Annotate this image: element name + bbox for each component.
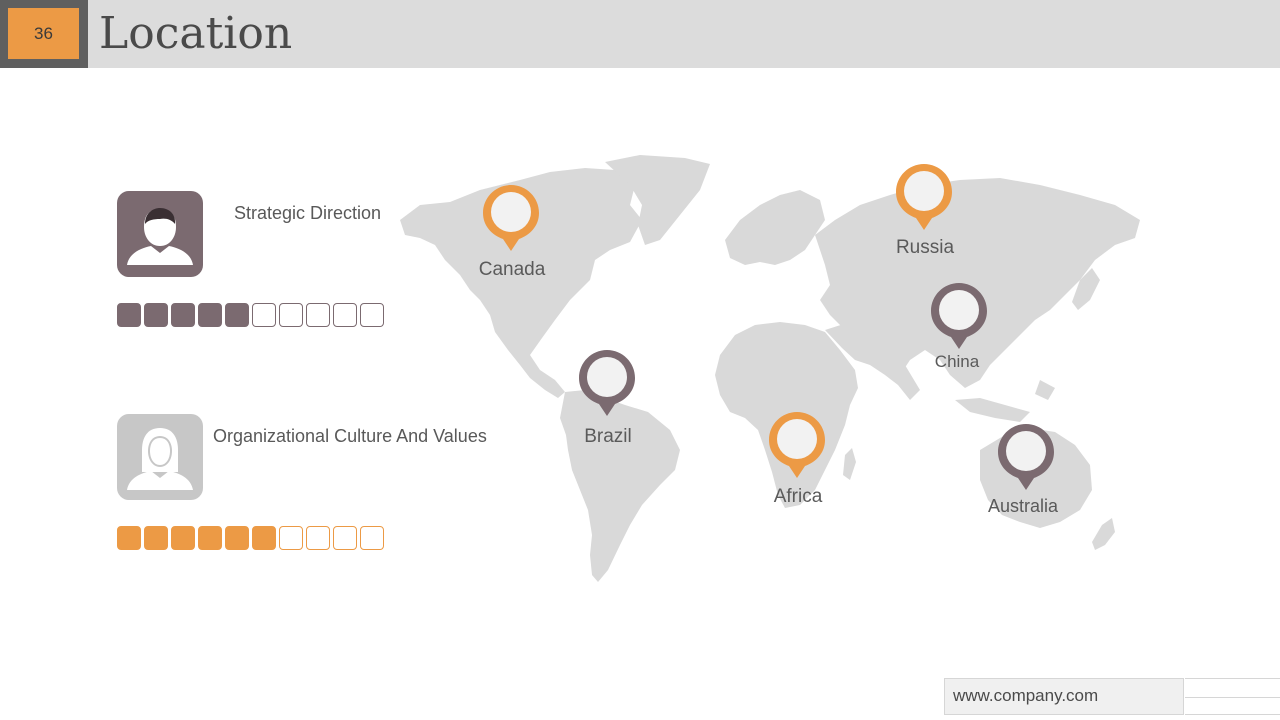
meter-segment-empty: [306, 526, 330, 550]
meter-segment-filled: [117, 303, 141, 327]
meter-segment-filled: [117, 526, 141, 550]
male-user-icon: [117, 191, 203, 277]
meter-segment-filled: [144, 303, 168, 327]
slide-number-frame: 36: [0, 0, 88, 68]
footer-divider: [1185, 697, 1280, 698]
meter-segment-empty: [333, 303, 357, 327]
location-label-russia: Russia: [895, 237, 955, 258]
australia-pin-icon[interactable]: [996, 422, 1056, 492]
location-label-canada: Canada: [478, 259, 546, 280]
meter-segment-empty: [252, 303, 276, 327]
profile-label-strategic-direction: Strategic Direction: [234, 203, 382, 223]
meter-segment-empty: [306, 303, 330, 327]
footer-url[interactable]: www.company.com: [953, 686, 1098, 706]
progress-meter-strategic-direction: [117, 303, 384, 327]
russia-pin-icon[interactable]: [894, 162, 954, 232]
meter-segment-filled: [225, 526, 249, 550]
slide-title: Location: [99, 8, 293, 59]
progress-meter-organizational-culture: [117, 526, 384, 550]
meter-segment-filled: [198, 303, 222, 327]
location-label-china: China: [934, 352, 980, 371]
location-label-australia: Australia: [987, 496, 1059, 516]
meter-segment-filled: [225, 303, 249, 327]
canada-pin-icon[interactable]: [481, 183, 541, 253]
meter-segment-empty: [279, 526, 303, 550]
china-pin-icon[interactable]: [929, 281, 989, 351]
meter-segment-filled: [198, 526, 222, 550]
location-label-africa: Africa: [773, 486, 823, 507]
meter-segment-filled: [171, 303, 195, 327]
footer-divider: [1185, 714, 1280, 715]
meter-segment-empty: [333, 526, 357, 550]
meter-segment-filled: [144, 526, 168, 550]
meter-segment-empty: [279, 303, 303, 327]
meter-segment-filled: [252, 526, 276, 550]
footer-divider: [1185, 678, 1280, 679]
slide-number: 36: [8, 8, 79, 59]
meter-segment-filled: [171, 526, 195, 550]
brazil-pin-icon[interactable]: [577, 348, 637, 418]
africa-pin-icon[interactable]: [767, 410, 827, 480]
female-user-icon: [117, 414, 203, 500]
location-label-brazil: Brazil: [584, 426, 632, 447]
